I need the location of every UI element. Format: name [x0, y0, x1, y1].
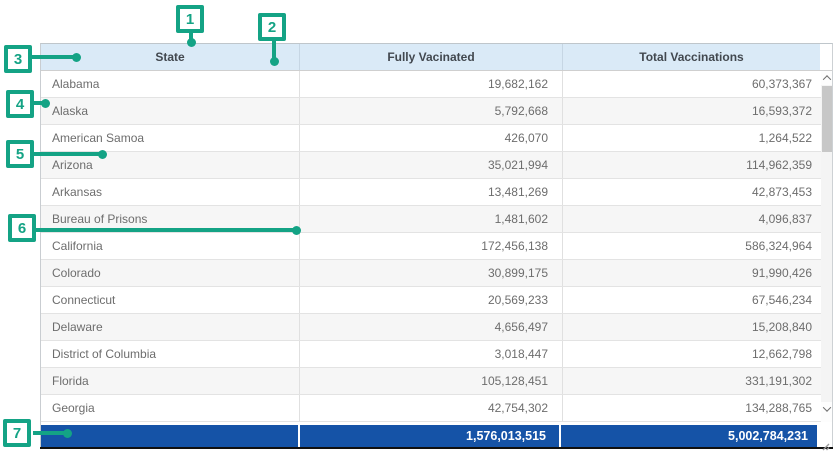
vaccination-table: State Fully Vacinated Total Vaccinations…	[40, 43, 833, 447]
table-row[interactable]: District of Columbia 3,018,447 12,662,79…	[41, 341, 832, 368]
state-cell: American Samoa	[41, 125, 300, 151]
callout-2-marker: 2	[258, 13, 286, 41]
fully-vacinated-cell: 4,656,497	[300, 314, 563, 340]
fully-vacinated-cell: 30,899,175	[300, 260, 563, 286]
total-vaccinations-cell: 331,191,302	[563, 368, 832, 394]
state-cell: Alabama	[41, 71, 300, 97]
state-cell: Florida	[41, 368, 300, 394]
total-vaccinations-cell: 586,324,964	[563, 233, 832, 259]
state-cell: Delaware	[41, 314, 300, 340]
total-vaccinations-cell: 1,264,522	[563, 125, 832, 151]
state-cell: Colorado	[41, 260, 300, 286]
table-row[interactable]: Alaska 5,792,668 16,593,372	[41, 98, 832, 125]
state-cell: Connecticut	[41, 287, 300, 313]
scroll-down-button[interactable]	[821, 402, 832, 416]
fully-vacinated-cell: 35,021,994	[300, 152, 563, 178]
table-header-row: State Fully Vacinated Total Vaccinations	[41, 44, 832, 71]
callout-3-connector-line	[31, 55, 74, 59]
column-header-total-vaccinations[interactable]: Total Vaccinations	[563, 44, 820, 70]
total-vaccinations-cell: 114,962,359	[563, 152, 832, 178]
callout-2-connector-dot	[270, 57, 279, 66]
summary-fully-vacinated-cell: 1,576,013,515	[300, 425, 561, 447]
fully-vacinated-cell: 20,569,233	[300, 287, 563, 313]
total-vaccinations-cell: 42,873,453	[563, 179, 832, 205]
callout-4-connector-dot	[41, 99, 50, 108]
callout-4-marker: 4	[6, 90, 34, 118]
summary-row: 1,576,013,515 5,002,784,231	[41, 425, 832, 447]
fully-vacinated-cell: 1,481,602	[300, 206, 563, 232]
total-vaccinations-cell: 16,593,372	[563, 98, 832, 124]
callout-5-connector-line	[33, 152, 100, 156]
fully-vacinated-cell: 42,754,302	[300, 395, 563, 421]
callout-6-marker: 6	[8, 214, 36, 242]
table-row[interactable]: Arizona 35,021,994 114,962,359	[41, 152, 832, 179]
vertical-scrollbar[interactable]	[821, 71, 832, 422]
fully-vacinated-cell: 426,070	[300, 125, 563, 151]
header-scrollbar-spacer	[820, 44, 832, 70]
chevron-up-icon	[822, 75, 830, 83]
resize-grip-icon[interactable]	[820, 438, 830, 448]
scrollbar-thumb[interactable]	[822, 86, 832, 152]
callout-3-number: 3	[14, 51, 22, 68]
table-body: Alabama 19,682,162 60,373,367 Alaska 5,7…	[41, 71, 832, 422]
callout-2-number: 2	[268, 19, 276, 36]
scroll-up-button[interactable]	[821, 71, 832, 85]
table-row[interactable]: Georgia 42,754,302 134,288,765	[41, 395, 832, 422]
state-cell: California	[41, 233, 300, 259]
fully-vacinated-cell: 5,792,668	[300, 98, 563, 124]
summary-total-vaccinations-cell: 5,002,784,231	[561, 425, 817, 447]
state-cell: District of Columbia	[41, 341, 300, 367]
table-row[interactable]: Florida 105,128,451 331,191,302	[41, 368, 832, 395]
column-header-fully-vacinated[interactable]: Fully Vacinated	[300, 44, 563, 70]
table-row[interactable]: Connecticut 20,569,233 67,546,234	[41, 287, 832, 314]
total-vaccinations-cell: 134,288,765	[563, 395, 832, 421]
total-vaccinations-cell: 12,662,798	[563, 341, 832, 367]
summary-state-cell	[41, 425, 300, 447]
fully-vacinated-cell: 13,481,269	[300, 179, 563, 205]
table-row[interactable]: California 172,456,138 586,324,964	[41, 233, 832, 260]
total-vaccinations-cell: 60,373,367	[563, 71, 832, 97]
table-row[interactable]: Colorado 30,899,175 91,990,426	[41, 260, 832, 287]
state-cell: Georgia	[41, 395, 300, 421]
callout-7-connector-line	[33, 431, 65, 435]
callout-1-connector-dot	[187, 38, 196, 47]
state-cell: Alaska	[41, 98, 300, 124]
table-row[interactable]: American Samoa 426,070 1,264,522	[41, 125, 832, 152]
callout-1-number: 1	[186, 11, 194, 28]
callout-6-connector-line	[35, 228, 294, 232]
callout-3-connector-dot	[72, 53, 81, 62]
bottom-border-line	[40, 447, 833, 449]
callout-5-marker: 5	[6, 140, 34, 168]
fully-vacinated-cell: 3,018,447	[300, 341, 563, 367]
fully-vacinated-cell: 19,682,162	[300, 71, 563, 97]
callout-7-marker: 7	[3, 419, 31, 447]
callout-6-connector-dot	[292, 226, 301, 235]
callout-5-number: 5	[16, 146, 24, 163]
total-vaccinations-cell: 67,546,234	[563, 287, 832, 313]
total-vaccinations-cell: 4,096,837	[563, 206, 832, 232]
callout-4-number: 4	[16, 96, 24, 113]
callout-6-number: 6	[18, 220, 26, 237]
callout-7-number: 7	[13, 425, 21, 442]
total-vaccinations-cell: 15,208,840	[563, 314, 832, 340]
callout-7-connector-dot	[63, 429, 72, 438]
chevron-down-icon	[822, 403, 830, 411]
callout-3-marker: 3	[4, 45, 32, 73]
table-row[interactable]: Alabama 19,682,162 60,373,367	[41, 71, 832, 98]
table-row[interactable]: Delaware 4,656,497 15,208,840	[41, 314, 832, 341]
state-cell: Arkansas	[41, 179, 300, 205]
callout-1-marker: 1	[176, 5, 204, 33]
table-row[interactable]: Arkansas 13,481,269 42,873,453	[41, 179, 832, 206]
total-vaccinations-cell: 91,990,426	[563, 260, 832, 286]
callout-5-connector-dot	[98, 150, 107, 159]
fully-vacinated-cell: 105,128,451	[300, 368, 563, 394]
fully-vacinated-cell: 172,456,138	[300, 233, 563, 259]
